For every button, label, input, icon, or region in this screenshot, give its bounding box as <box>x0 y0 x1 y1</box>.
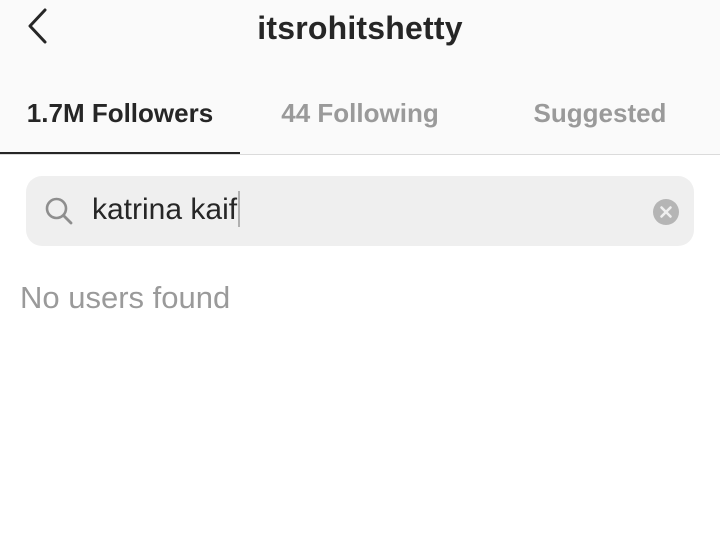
clear-circle-icon[interactable] <box>652 198 680 226</box>
tab-suggested[interactable]: Suggested <box>480 76 720 154</box>
tab-bar: 1.7M Followers 44 Following Suggested <box>0 76 720 154</box>
divider <box>0 154 720 155</box>
followers-screen: itsrohitshetty 1.7M Followers 44 Followi… <box>0 0 720 557</box>
text-cursor <box>238 191 241 228</box>
tab-followers[interactable]: 1.7M Followers <box>0 76 240 154</box>
page-title: itsrohitshetty <box>257 10 463 46</box>
header: itsrohitshetty <box>0 0 720 64</box>
tab-following[interactable]: 44 Following <box>240 76 480 154</box>
search-icon <box>45 197 73 225</box>
no-results-message: No users found <box>20 280 231 315</box>
search-input[interactable]: katrina kaif <box>92 176 241 246</box>
search-input-value: katrina kaif <box>92 193 238 226</box>
top-area: itsrohitshetty 1.7M Followers 44 Followi… <box>0 0 720 154</box>
search-bar[interactable]: katrina kaif <box>26 176 694 246</box>
